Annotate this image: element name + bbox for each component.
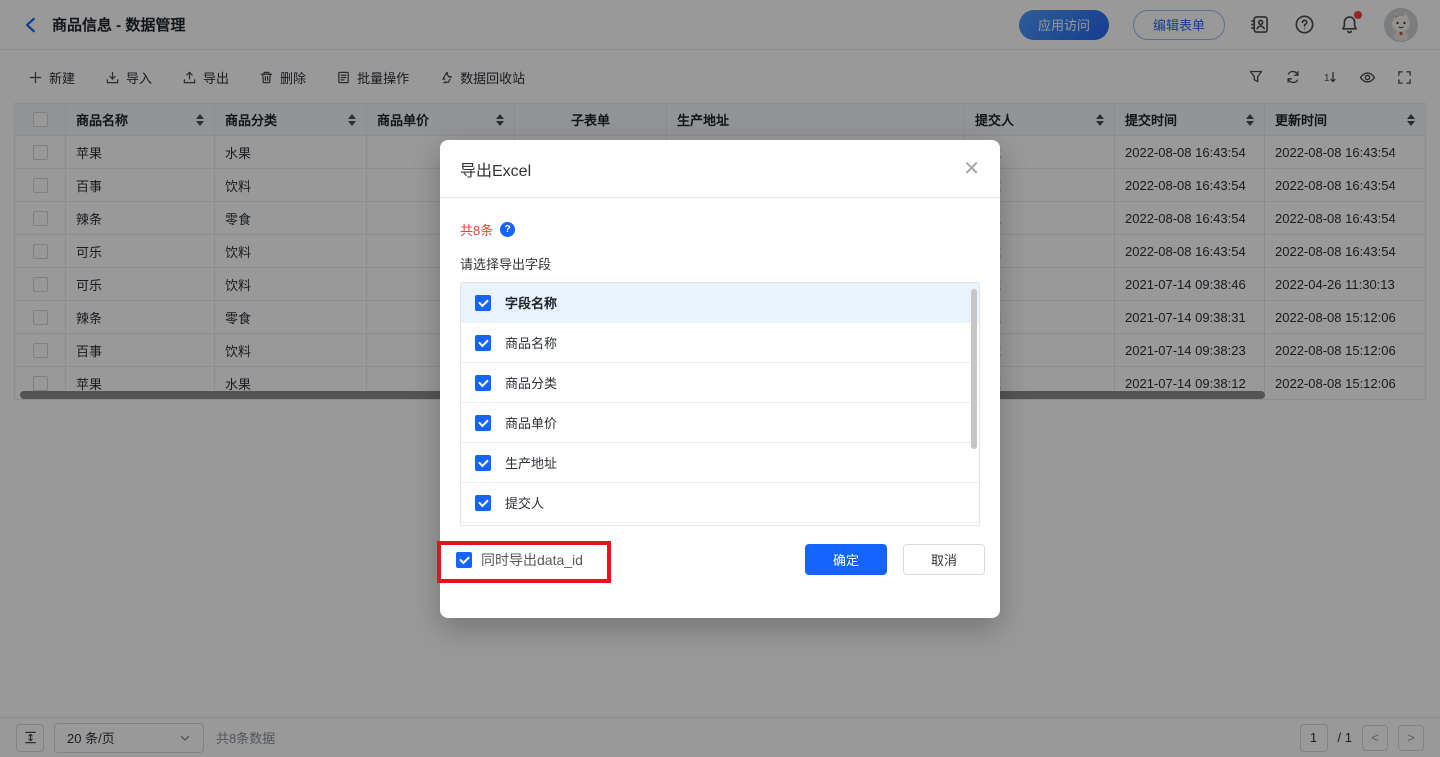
export-count-row: 共8条 ? — [460, 220, 980, 239]
field-label: 提交人 — [505, 493, 544, 512]
data-id-checkbox[interactable] — [456, 552, 472, 568]
field-checkbox[interactable] — [475, 415, 491, 431]
export-count-text: 共8条 — [460, 220, 493, 239]
data-id-label: 同时导出data_id — [481, 550, 583, 570]
cancel-button[interactable]: 取消 — [903, 544, 985, 575]
field-label: 商品名称 — [505, 333, 557, 352]
modal-title: 导出Excel — [460, 157, 531, 181]
field-checkbox[interactable] — [475, 455, 491, 471]
modal-buttons: 确定 取消 — [805, 544, 985, 575]
modal-action-row: 同时导出data_id 确定 取消 — [440, 544, 1000, 575]
export-excel-modal: 导出Excel ✕ 共8条 ? 请选择导出字段 字段名称商品名称商品分类商品单价… — [440, 140, 1000, 618]
field-list-item[interactable]: 商品单价 — [461, 403, 979, 443]
export-data-id-option[interactable]: 同时导出data_id — [456, 550, 583, 570]
field-label: 商品单价 — [505, 413, 557, 432]
field-checkbox[interactable] — [475, 375, 491, 391]
vertical-scrollbar[interactable] — [971, 289, 977, 449]
select-fields-label: 请选择导出字段 — [460, 254, 980, 273]
help-icon[interactable]: ? — [500, 222, 515, 237]
field-label: 商品分类 — [505, 373, 557, 392]
field-list-item[interactable]: 商品名称 — [461, 323, 979, 363]
field-checkbox[interactable] — [475, 295, 491, 311]
modal-header: 导出Excel ✕ — [440, 140, 1000, 198]
field-checkbox[interactable] — [475, 335, 491, 351]
confirm-button[interactable]: 确定 — [805, 544, 887, 575]
field-list-select-all-row[interactable]: 字段名称 — [461, 283, 979, 323]
export-field-list: 字段名称商品名称商品分类商品单价生产地址提交人 — [460, 282, 980, 526]
field-list-item[interactable]: 提交人 — [461, 483, 979, 523]
close-icon[interactable]: ✕ — [963, 159, 980, 179]
field-label: 字段名称 — [505, 293, 557, 312]
field-checkbox[interactable] — [475, 495, 491, 511]
field-label: 生产地址 — [505, 453, 557, 472]
modal-body: 共8条 ? 请选择导出字段 字段名称商品名称商品分类商品单价生产地址提交人 — [440, 220, 1000, 526]
field-list-item[interactable]: 生产地址 — [461, 443, 979, 483]
field-list-item[interactable]: 商品分类 — [461, 363, 979, 403]
